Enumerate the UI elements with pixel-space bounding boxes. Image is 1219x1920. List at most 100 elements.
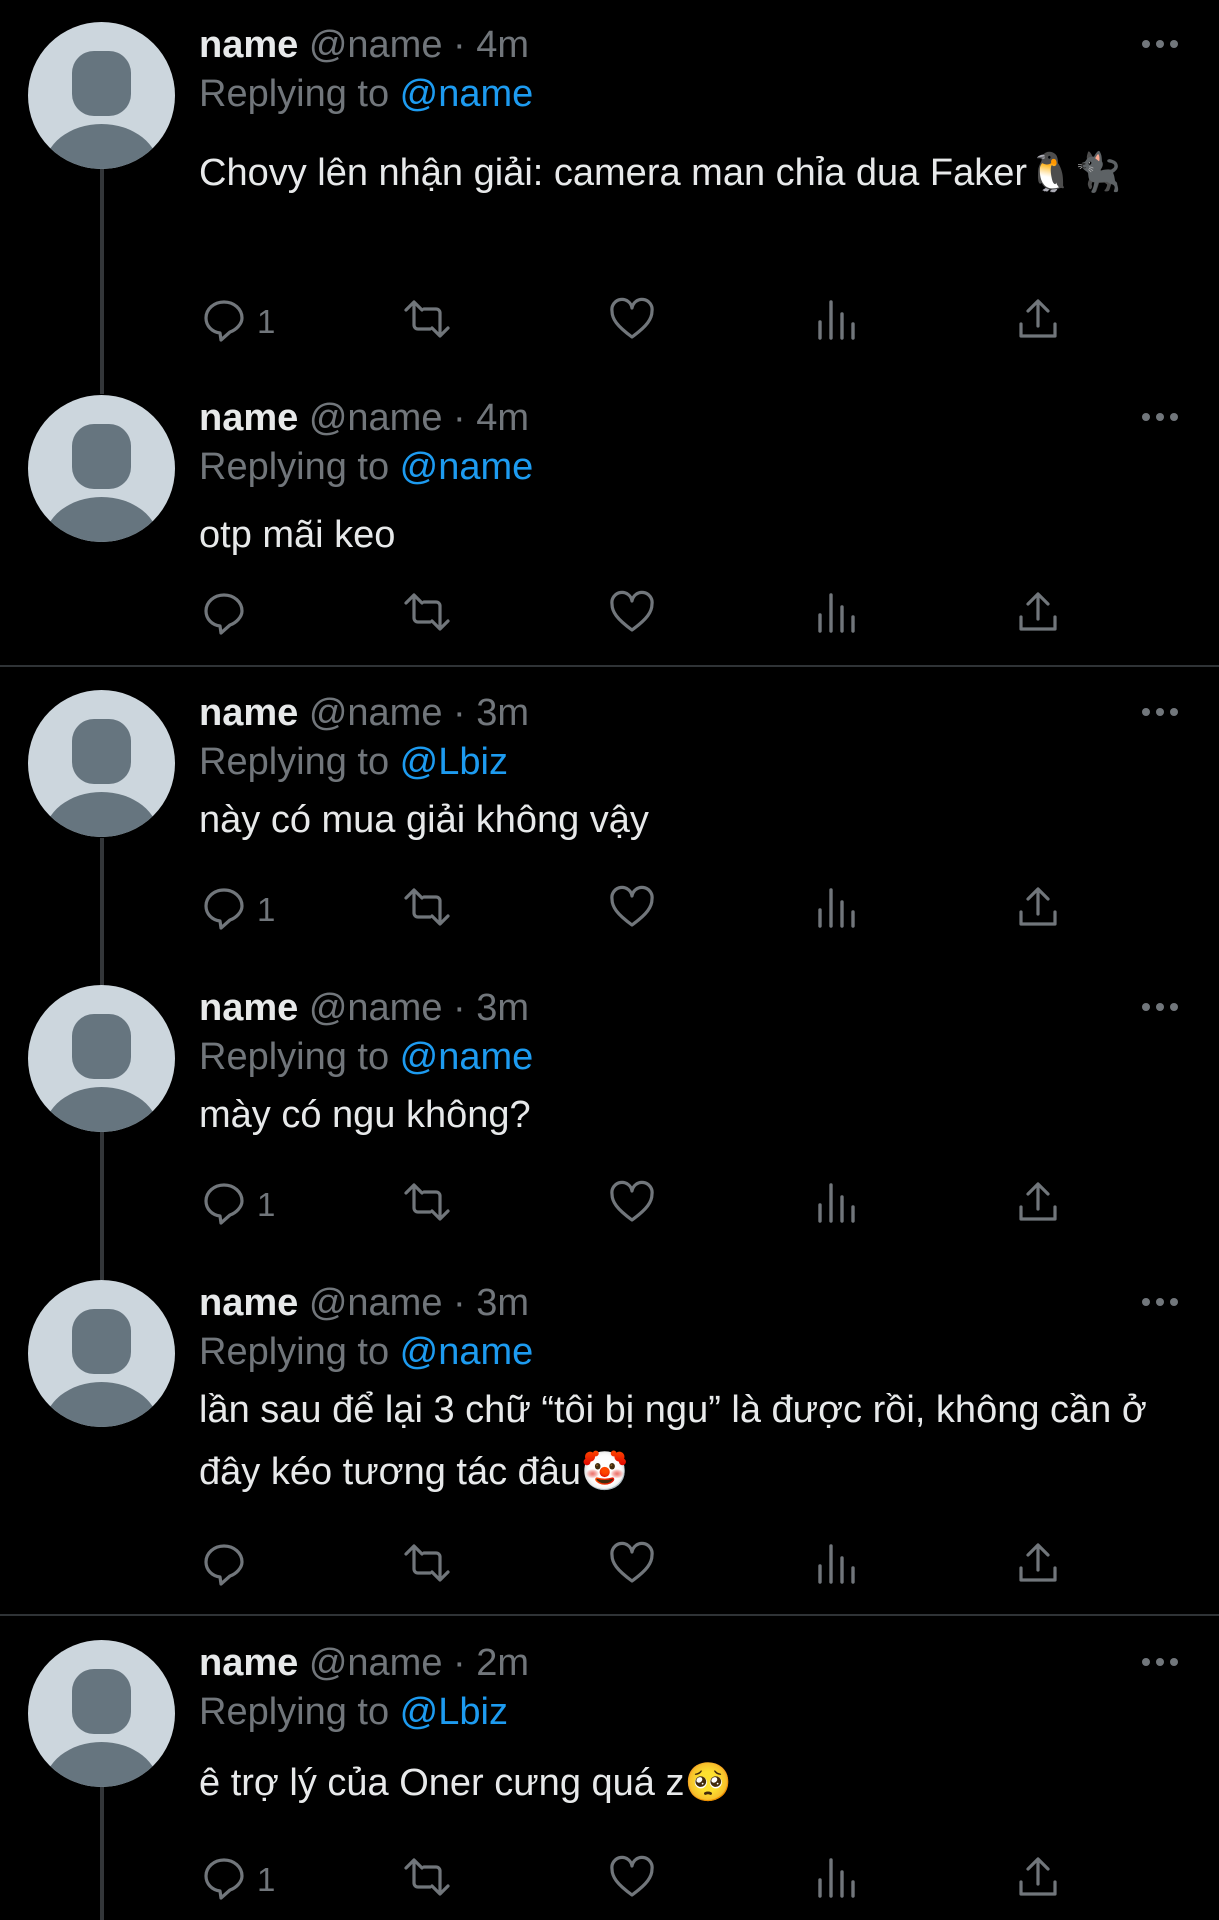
display-name[interactable]: name — [199, 1282, 298, 1324]
like-button[interactable] — [607, 587, 657, 647]
retweet-button[interactable] — [400, 882, 454, 942]
replying-to: Replying to @Lbiz — [199, 741, 508, 783]
retweet-icon — [404, 593, 450, 631]
action-bar: 1 — [0, 882, 1219, 942]
views-icon — [818, 1544, 855, 1584]
tweet[interactable]: name @name · 2m Replying to @Lbiz ê trợ … — [0, 1640, 1219, 1920]
tweet[interactable]: name @name · 3m Replying to @Lbiz này có… — [0, 690, 1219, 955]
replying-handle-link[interactable]: @name — [400, 446, 534, 488]
views-icon — [818, 888, 855, 928]
retweet-button[interactable] — [400, 1538, 454, 1598]
avatar[interactable] — [28, 690, 175, 837]
display-name[interactable]: name — [199, 397, 298, 439]
like-button[interactable] — [607, 1177, 657, 1237]
display-name[interactable]: name — [199, 1642, 298, 1684]
views-icon — [818, 593, 855, 633]
replying-handle-link[interactable]: @Lbiz — [400, 1691, 508, 1733]
replying-handle-link[interactable]: @name — [400, 1036, 534, 1078]
tweet[interactable]: name @name · 4m Replying to @name otp mã… — [0, 395, 1219, 660]
share-button[interactable] — [1013, 1538, 1063, 1598]
views-icon — [818, 1858, 855, 1898]
heart-icon — [610, 1180, 654, 1222]
like-button[interactable] — [607, 294, 657, 354]
views-button[interactable] — [812, 1538, 862, 1598]
tweet-header: name @name · 3m — [199, 1280, 529, 1326]
like-button[interactable] — [607, 882, 657, 942]
handle-and-time: @name · 3m — [308, 692, 530, 734]
retweet-button[interactable] — [400, 1852, 454, 1912]
reply-button[interactable]: 1 — [199, 1852, 319, 1912]
replying-to: Replying to @name — [199, 73, 534, 115]
tweet-text: này có mua giải không vậy — [199, 799, 649, 841]
reply-button[interactable]: 1 — [199, 882, 319, 942]
reply-count: 1 — [257, 891, 276, 928]
views-icon — [818, 1183, 855, 1223]
tweet-text: lần sau để lại 3 chữ “tôi bị ngu” là đượ… — [199, 1389, 1147, 1493]
reply-count: 1 — [257, 303, 276, 340]
reply-button[interactable]: 1 — [199, 1177, 319, 1237]
like-button[interactable] — [607, 1852, 657, 1912]
share-icon — [1019, 887, 1057, 926]
more-icon[interactable] — [1138, 22, 1182, 66]
views-button[interactable] — [812, 294, 862, 354]
handle-and-time: @name · 2m — [308, 1642, 530, 1684]
replying-handle-link[interactable]: @name — [400, 1331, 534, 1373]
handle-and-time: @name · 3m — [308, 987, 530, 1029]
tweet[interactable]: name @name · 3m Replying to @name mày có… — [0, 985, 1219, 1250]
tweet-text: ê trợ lý của Oner cưng quá z🥺 — [199, 1762, 732, 1804]
share-button[interactable] — [1013, 882, 1063, 942]
tweet-header: name @name · 4m — [199, 22, 529, 68]
avatar[interactable] — [28, 985, 175, 1132]
action-bar: 1 — [0, 1852, 1219, 1912]
avatar[interactable] — [28, 1640, 175, 1787]
views-button[interactable] — [812, 1852, 862, 1912]
replying-to: Replying to @name — [199, 1036, 534, 1078]
replying-handle-link[interactable]: @name — [400, 73, 534, 115]
tweet[interactable]: name @name · 3m Replying to @name lần sa… — [0, 1280, 1219, 1610]
display-name[interactable]: name — [199, 24, 298, 66]
tweet[interactable]: name @name · 4m Replying to @name Chovy … — [0, 22, 1219, 372]
replying-handle-link[interactable]: @Lbiz — [400, 741, 508, 783]
display-name[interactable]: name — [199, 692, 298, 734]
more-icon[interactable] — [1138, 690, 1182, 734]
more-icon[interactable] — [1138, 1280, 1182, 1324]
share-button[interactable] — [1013, 587, 1063, 647]
reply-button[interactable] — [199, 587, 319, 647]
reply-icon — [204, 1544, 244, 1586]
views-button[interactable] — [812, 1177, 862, 1237]
share-button[interactable] — [1013, 1852, 1063, 1912]
tweet-emoji: 🤡 — [581, 1451, 629, 1493]
more-icon[interactable] — [1138, 395, 1182, 439]
views-button[interactable] — [812, 882, 862, 942]
heart-icon — [610, 1541, 654, 1583]
more-icon[interactable] — [1138, 985, 1182, 1029]
tweet-text: mày có ngu không? — [199, 1094, 531, 1136]
reply-icon — [204, 888, 244, 930]
reply-icon — [204, 1858, 244, 1900]
retweet-button[interactable] — [400, 1177, 454, 1237]
reply-count: 1 — [257, 1861, 276, 1898]
retweet-button[interactable] — [400, 294, 454, 354]
retweet-icon — [404, 1858, 450, 1896]
retweet-button[interactable] — [400, 587, 454, 647]
tweet-header: name @name · 3m — [199, 985, 529, 1031]
share-button[interactable] — [1013, 294, 1063, 354]
views-button[interactable] — [812, 587, 862, 647]
avatar[interactable] — [28, 395, 175, 542]
share-icon — [1019, 1857, 1057, 1896]
like-button[interactable] — [607, 1538, 657, 1598]
share-icon — [1019, 299, 1057, 338]
avatar[interactable] — [28, 1280, 175, 1427]
retweet-icon — [404, 300, 450, 338]
share-icon — [1019, 1182, 1057, 1221]
share-button[interactable] — [1013, 1177, 1063, 1237]
more-icon[interactable] — [1138, 1640, 1182, 1684]
avatar[interactable] — [28, 22, 175, 169]
reply-icon — [204, 593, 244, 635]
reply-button[interactable] — [199, 1538, 319, 1598]
retweet-icon — [404, 1544, 450, 1582]
display-name[interactable]: name — [199, 987, 298, 1029]
handle-and-time: @name · 4m — [308, 397, 530, 439]
reply-button[interactable]: 1 — [199, 294, 319, 354]
reply-feed: name @name · 4m Replying to @name Chovy … — [0, 0, 1219, 1920]
